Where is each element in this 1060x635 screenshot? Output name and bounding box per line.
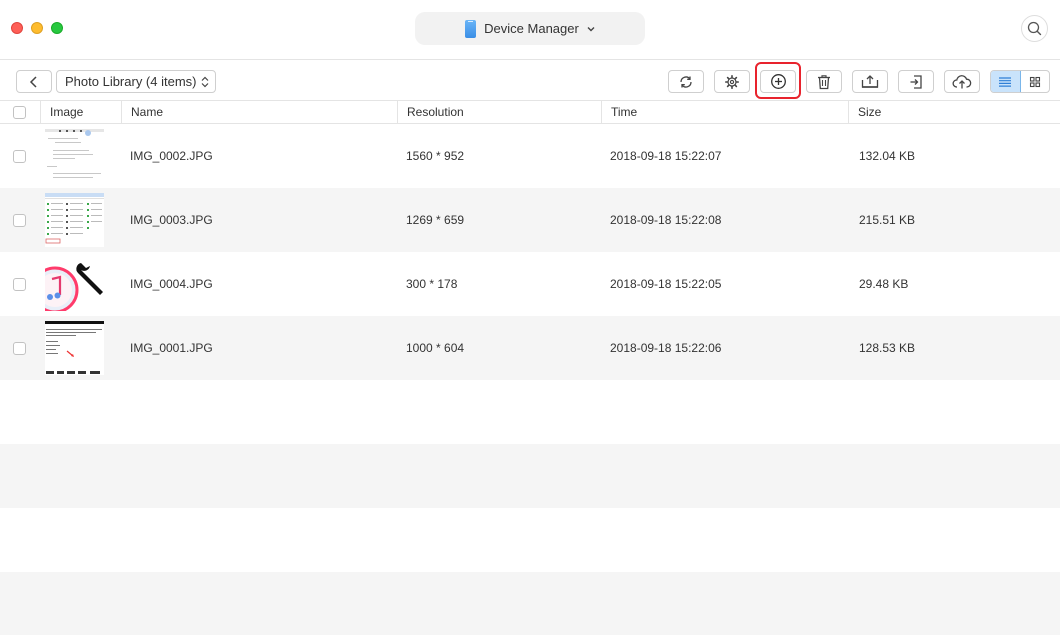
size: 215.51 KB [859, 213, 916, 227]
list-view-button[interactable] [991, 71, 1021, 92]
resolution: 1269 * 659 [406, 213, 465, 227]
chevron-down-icon [587, 26, 595, 31]
row-checkbox[interactable] [13, 214, 26, 227]
zoom-window-button[interactable] [51, 22, 63, 34]
time: 2018-09-18 15:22:06 [610, 341, 722, 355]
time: 2018-09-18 15:22:07 [610, 149, 722, 163]
search-button[interactable] [1021, 15, 1048, 42]
time: 2018-09-18 15:22:05 [610, 277, 722, 291]
column-header-time[interactable]: Time [601, 101, 848, 123]
table-header: Image Name Resolution Time Size [0, 101, 1060, 124]
file-name: IMG_0003.JPG [130, 213, 213, 227]
delete-icon [818, 74, 830, 89]
back-icon [29, 75, 37, 88]
add-button-highlight [755, 62, 801, 99]
photo-thumbnail [45, 129, 104, 183]
library-label: Photo Library (4 items) [65, 74, 197, 89]
settings-icon [724, 74, 739, 89]
photo-thumbnail [45, 321, 104, 375]
row-checkbox[interactable] [13, 278, 26, 291]
time: 2018-09-18 15:22:08 [610, 213, 722, 227]
column-header-resolution[interactable]: Resolution [397, 101, 601, 123]
file-name: IMG_0001.JPG [130, 341, 213, 355]
title-bar: Device Manager [0, 0, 1060, 60]
list-view-icon [999, 76, 1012, 87]
empty-row [0, 508, 1060, 572]
grid-view-icon [1029, 76, 1040, 87]
send-to-device-button[interactable] [898, 70, 934, 93]
size: 128.53 KB [859, 341, 916, 355]
resolution: 1000 * 604 [406, 341, 465, 355]
table-row[interactable]: IMG_0004.JPG 300 * 178 2018-09-18 15:22:… [0, 252, 1060, 316]
toolbar: Photo Library (4 items) [0, 61, 1060, 101]
empty-row [0, 380, 1060, 444]
empty-row [0, 572, 1060, 635]
row-checkbox[interactable] [13, 150, 26, 163]
empty-row [0, 444, 1060, 508]
minimize-window-button[interactable] [31, 22, 43, 34]
device-selector[interactable]: Device Manager [415, 12, 645, 45]
photo-thumbnail [45, 193, 104, 247]
table-row[interactable]: IMG_0003.JPG 1269 * 659 2018-09-18 15:22… [0, 188, 1060, 252]
grid-view-button[interactable] [1021, 71, 1050, 92]
settings-button[interactable] [714, 70, 750, 93]
resolution: 300 * 178 [406, 277, 458, 291]
file-name: IMG_0004.JPG [130, 277, 213, 291]
row-checkbox[interactable] [13, 342, 26, 355]
refresh-button[interactable] [668, 70, 704, 93]
export-to-computer-icon [861, 74, 879, 88]
send-to-device-icon [910, 74, 922, 89]
select-all-checkbox[interactable] [13, 106, 26, 119]
table-row[interactable]: IMG_0001.JPG 1000 * 604 2018-09-18 15:22… [0, 316, 1060, 380]
export-to-computer-button[interactable] [852, 70, 888, 93]
phone-icon [465, 19, 477, 38]
size: 29.48 KB [859, 277, 909, 291]
size: 132.04 KB [859, 149, 916, 163]
table-row[interactable]: IMG_0002.JPG 1560 * 952 2018-09-18 15:22… [0, 124, 1060, 188]
file-name: IMG_0002.JPG [130, 149, 213, 163]
search-icon [1027, 21, 1042, 36]
refresh-icon [680, 75, 692, 88]
library-select[interactable]: Photo Library (4 items) [56, 70, 216, 93]
view-mode-toggle [990, 70, 1050, 93]
up-down-chevron-icon [201, 76, 209, 87]
device-label: Device Manager [484, 21, 579, 36]
photo-thumbnail [45, 257, 104, 311]
close-window-button[interactable] [11, 22, 23, 34]
column-header-size[interactable]: Size [848, 101, 1060, 123]
column-header-name[interactable]: Name [121, 101, 397, 123]
column-header-image[interactable]: Image [40, 101, 121, 123]
upload-to-cloud-icon [952, 74, 972, 88]
upload-to-cloud-button[interactable] [944, 70, 980, 93]
back-button[interactable] [16, 70, 52, 93]
delete-button[interactable] [806, 70, 842, 93]
resolution: 1560 * 952 [406, 149, 465, 163]
